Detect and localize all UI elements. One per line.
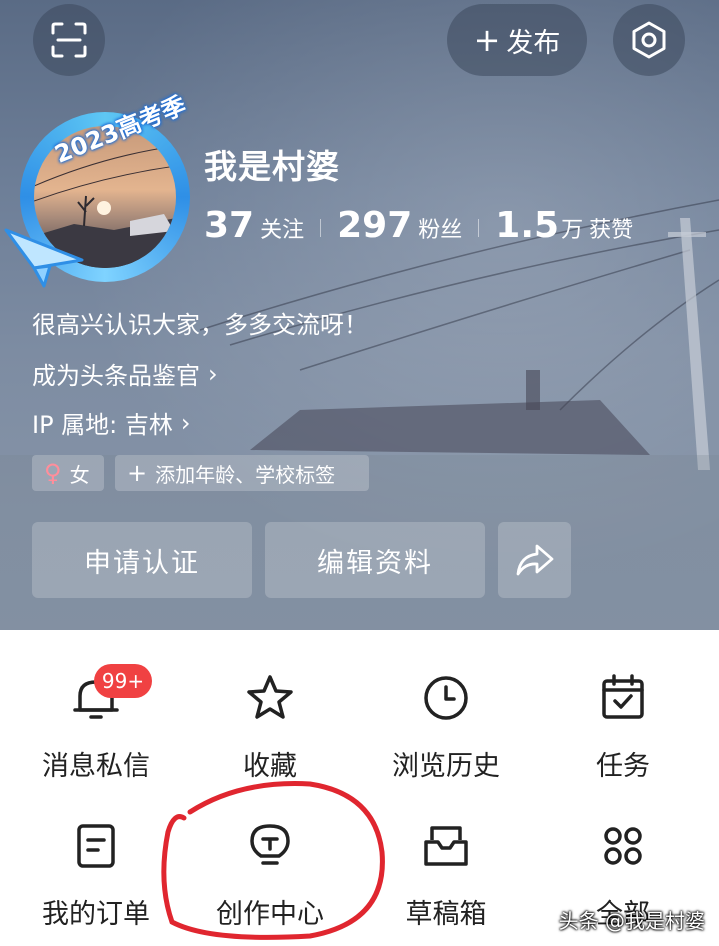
menu-item-orders[interactable]: 我的订单: [16, 812, 176, 942]
menu-item-history[interactable]: 浏览历史: [366, 660, 526, 790]
settings-button[interactable]: [613, 4, 685, 76]
menu-label-messages: 消息私信: [42, 751, 150, 782]
star-icon: [247, 675, 293, 719]
inbox-icon: [424, 826, 468, 866]
followers-label: 粉丝: [418, 218, 463, 243]
likes-count: 1.5: [495, 205, 560, 246]
profile-header: + 发布 2023高考季 我是村婆 37 关注 297 粉丝 1.5万 获赞 很…: [0, 0, 719, 640]
apply-verify-label: 申请认证: [84, 547, 200, 579]
menu-item-tasks[interactable]: 任务: [543, 660, 703, 790]
lightbulb-icon: [250, 824, 290, 865]
add-tags-label: 添加年龄、学校标签: [155, 462, 336, 487]
edit-profile-button[interactable]: 编辑资料: [265, 522, 485, 598]
menu-item-creator-center[interactable]: 创作中心: [190, 812, 350, 942]
publish-label: 发布: [506, 27, 561, 59]
chevron-right-icon: ›: [208, 359, 218, 388]
gender-tag[interactable]: ♀ 女: [32, 455, 104, 491]
share-button[interactable]: [498, 522, 571, 598]
appraiser-link-label: 成为头条品鉴官: [32, 362, 200, 390]
menu-item-favorites[interactable]: 收藏: [190, 660, 350, 790]
menu-label-drafts: 草稿箱: [405, 899, 487, 930]
menu-label-favorites: 收藏: [243, 751, 297, 782]
share-icon: [516, 544, 553, 576]
stat-followers[interactable]: 297 粉丝: [337, 205, 462, 246]
plus-icon: +: [473, 21, 501, 59]
publish-button[interactable]: + 发布: [447, 4, 587, 76]
likes-unit: 万: [561, 218, 584, 243]
stat-following[interactable]: 37 关注: [204, 205, 304, 246]
order-list-icon: [77, 824, 115, 868]
likes-label: 获赞: [589, 218, 634, 243]
chevron-right-icon: ›: [180, 408, 191, 437]
calendar-check-icon: [602, 674, 644, 719]
stat-likes[interactable]: 1.5万 获赞: [495, 205, 633, 246]
appraiser-link[interactable]: 成为头条品鉴官 ›: [32, 356, 218, 391]
scan-icon: [51, 22, 87, 58]
settings-icon: [632, 21, 666, 59]
edit-profile-label: 编辑资料: [317, 547, 433, 579]
followers-count: 297: [337, 205, 413, 246]
scan-button[interactable]: [33, 4, 105, 76]
add-tags-button[interactable]: + 添加年龄、学校标签: [115, 455, 369, 491]
watermark: 头条 @我是村婆: [558, 909, 705, 933]
menu-label-creator-center: 创作中心: [216, 899, 324, 930]
following-count: 37: [204, 205, 255, 246]
unread-badge: 99+: [94, 664, 152, 698]
stat-divider: [320, 219, 322, 237]
paper-plane-icon: [4, 228, 84, 288]
menu-item-drafts[interactable]: 草稿箱: [366, 812, 526, 942]
menu-label-history: 浏览历史: [392, 751, 500, 782]
gender-label: 女: [69, 462, 90, 487]
menu-label-orders: 我的订单: [42, 899, 150, 930]
menu-label-tasks: 任务: [596, 751, 650, 782]
stat-divider: [478, 219, 480, 237]
username: 我是村婆: [204, 147, 340, 186]
following-label: 关注: [260, 218, 305, 243]
ip-location-link[interactable]: IP 属地: 吉林 ›: [32, 405, 191, 440]
profile-stats: 37 关注 297 粉丝 1.5万 获赞: [204, 205, 633, 246]
ip-location-label: IP 属地: 吉林: [32, 411, 173, 439]
clock-icon: [424, 676, 468, 720]
female-icon: ♀: [44, 459, 62, 487]
apply-verify-button[interactable]: 申请认证: [32, 522, 252, 598]
plus-icon: +: [127, 459, 148, 487]
grid-icon: [604, 827, 642, 865]
profile-bio: 很高兴认识大家，多多交流呀！: [32, 311, 368, 339]
